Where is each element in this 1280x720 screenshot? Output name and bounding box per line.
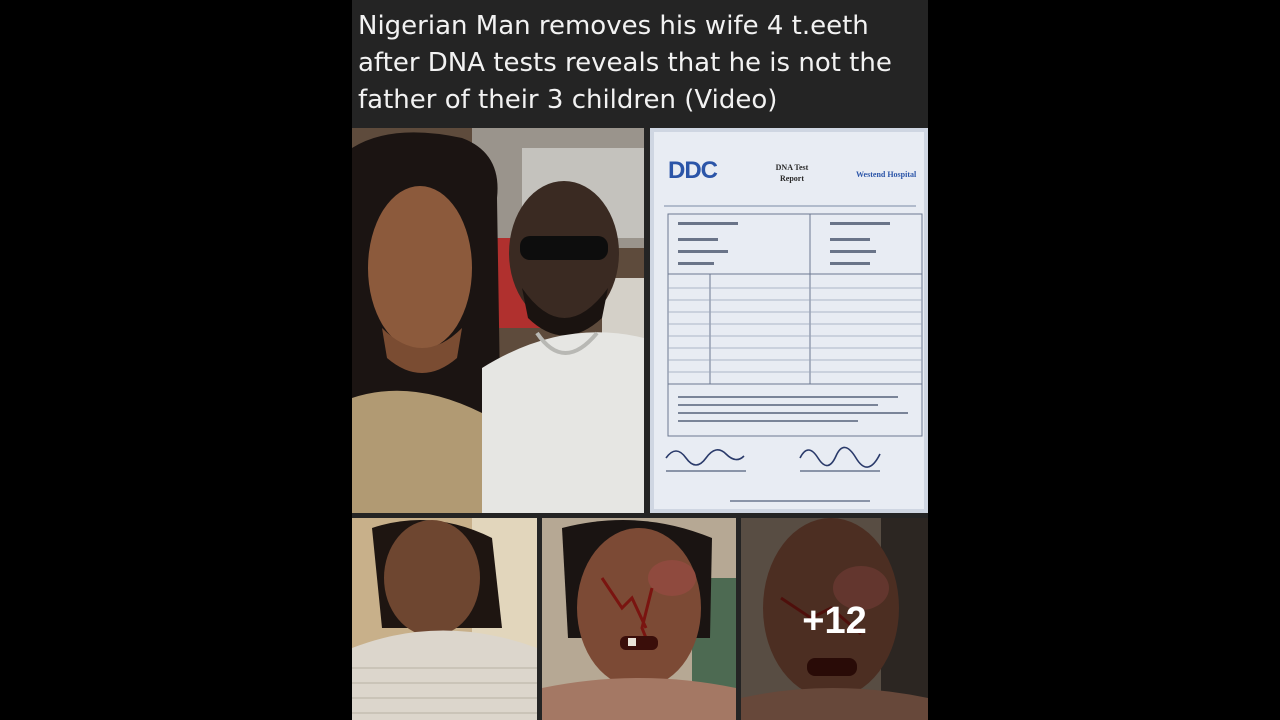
dna-report-photo[interactable] — [650, 128, 928, 513]
report-hospital: Westend Hospital — [856, 170, 917, 179]
more-photos-overlay[interactable]: +12 — [741, 518, 928, 720]
social-post: Nigerian Man removes his wife 4 t.eeth a… — [352, 0, 928, 720]
post-title: Nigerian Man removes his wife 4 t.eeth a… — [358, 11, 892, 115]
video-frame: Nigerian Man removes his wife 4 t.eeth a… — [0, 0, 1280, 720]
report-logo: DDC — [668, 157, 718, 184]
injury-photo-1[interactable] — [542, 518, 736, 720]
more-photos-count: +12 — [802, 599, 867, 642]
woman-photo[interactable] — [352, 518, 537, 720]
report-title: DNA Test Report — [775, 163, 809, 183]
couple-photo[interactable] — [352, 128, 644, 513]
